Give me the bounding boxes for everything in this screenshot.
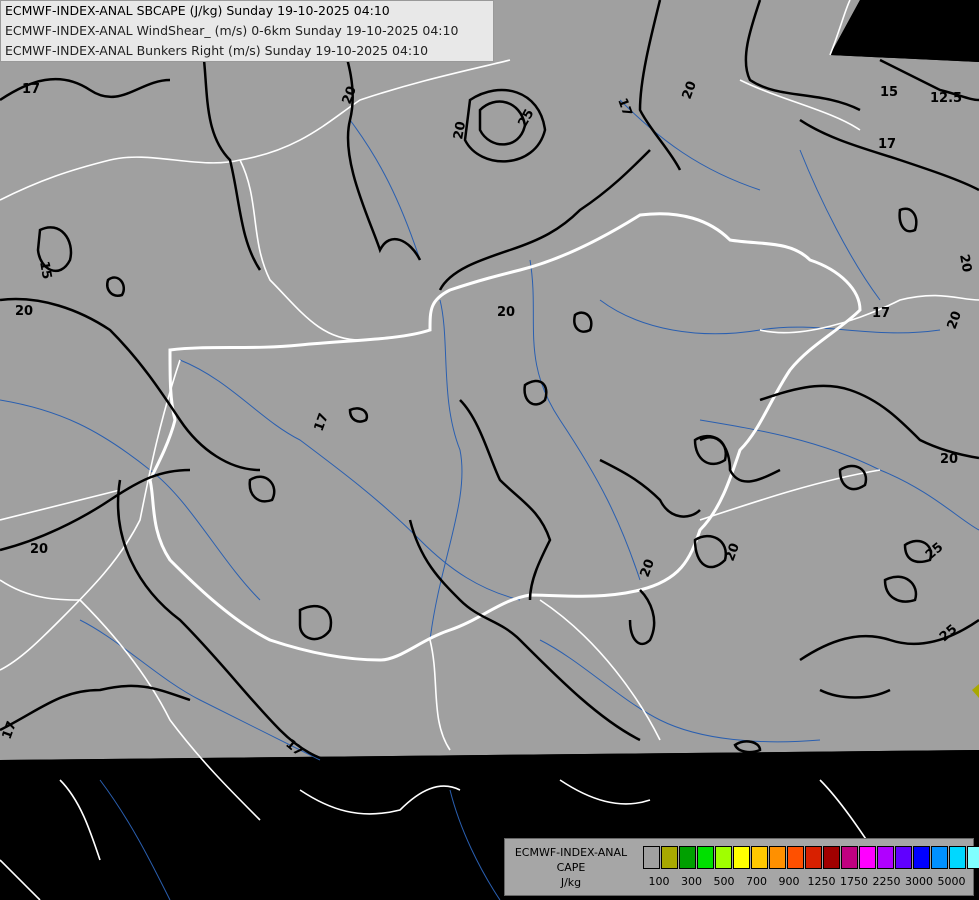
contour-label: 15	[36, 260, 54, 280]
contour-label: 12.5	[930, 91, 962, 106]
legend-tick-label: 1750	[840, 875, 868, 888]
legend-swatch	[769, 846, 786, 869]
legend-tick-label: 300	[681, 875, 702, 888]
legend-title-unit: J/kg	[560, 876, 582, 889]
contour-label: 20	[940, 452, 958, 467]
legend-swatch	[643, 846, 660, 869]
legend-swatch	[733, 846, 750, 869]
legend-swatch	[751, 846, 768, 869]
contour-label: 20	[497, 305, 515, 320]
header-line-windshear: ECMWF-INDEX-ANAL WindShear_ (m/s) 0-6km …	[5, 23, 459, 38]
legend-tick-label: 1250	[807, 875, 836, 888]
legend-color-bar	[643, 846, 979, 869]
legend-title: ECMWF-INDEX-ANAL CAPE J/kg	[507, 845, 635, 890]
legend-tick-label: 5000	[937, 875, 966, 888]
legend-tick-label: 500	[713, 875, 735, 888]
header-line-bunkers: ECMWF-INDEX-ANAL Bunkers Right (m/s) Sun…	[5, 43, 429, 58]
contour-label: 20	[15, 304, 33, 319]
legend-swatch	[823, 846, 840, 869]
data-region	[0, 0, 979, 760]
legend-swatch	[877, 846, 894, 869]
legend-swatch	[913, 846, 930, 869]
legend-tick-label: 700	[746, 875, 767, 888]
contour-label: 20	[451, 120, 469, 140]
legend-swatch	[679, 846, 696, 869]
legend-title-variable: CAPE	[556, 861, 586, 874]
legend-tick-labels: 100 300 500 700 900 1250 1750 2250 3000 5000	[643, 875, 973, 891]
map-header: ECMWF-INDEX-ANAL SBCAPE (J/kg) Sunday 19…	[0, 0, 494, 62]
legend-swatch	[859, 846, 876, 869]
contour-label: 20	[30, 542, 48, 557]
contour-label: 17	[872, 306, 890, 321]
contour-label: 17	[22, 82, 40, 97]
legend-swatch	[787, 846, 804, 869]
legend-tick-label: 900	[778, 875, 800, 888]
contour-label: 15	[880, 85, 898, 100]
legend-swatch	[697, 846, 714, 869]
cape-legend: ECMWF-INDEX-ANAL CAPE J/kg 100 300 500 700 9…	[504, 838, 979, 896]
legend-title-source: ECMWF-INDEX-ANAL	[514, 846, 628, 859]
contour-label: 17	[878, 137, 896, 152]
legend-tick-label: 100	[648, 875, 670, 888]
weather-map: 17 20 25 15 12.5 17 20 20 25 17 20 20 15…	[0, 0, 979, 900]
contour-label: 20	[956, 253, 974, 273]
legend-swatch	[715, 846, 732, 869]
legend-swatch	[949, 846, 966, 869]
legend-swatch	[841, 846, 858, 869]
legend-tick-label: 2250	[872, 875, 901, 888]
legend-swatch	[967, 846, 979, 869]
legend-swatch	[931, 846, 948, 869]
legend-swatch	[661, 846, 678, 869]
legend-tick-label: 3000	[905, 875, 933, 888]
header-line-sbcape: ECMWF-INDEX-ANAL SBCAPE (J/kg) Sunday 19…	[5, 3, 390, 18]
legend-swatch	[895, 846, 912, 869]
legend-swatch	[805, 846, 822, 869]
